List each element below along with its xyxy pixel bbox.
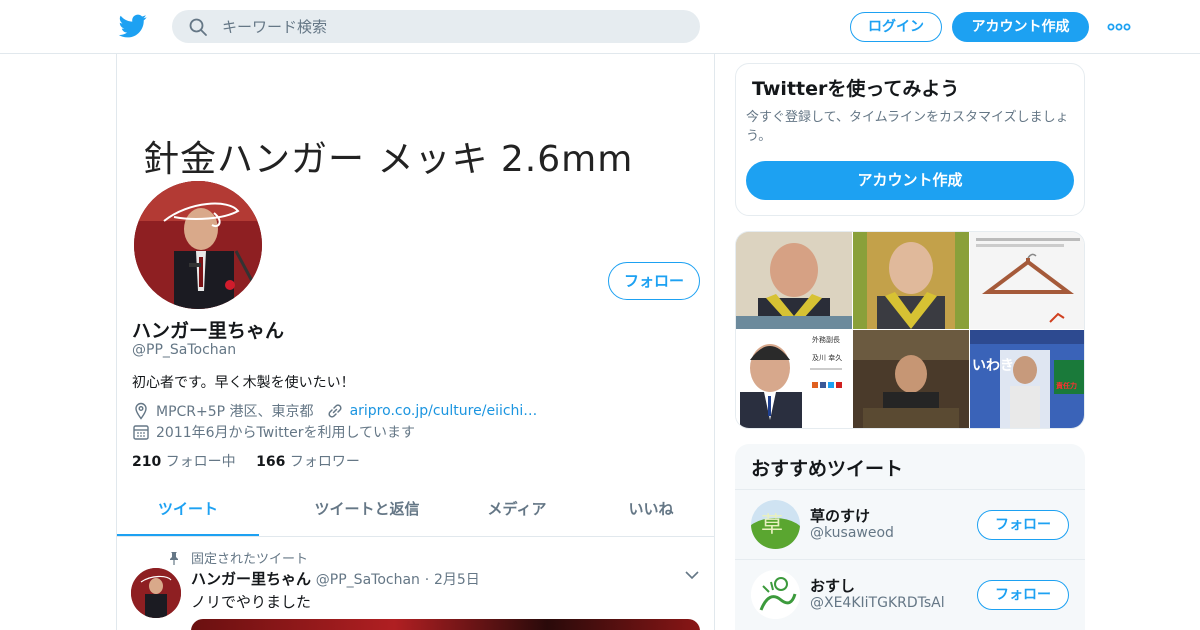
avatar-photo-icon [134,181,262,309]
avatar-photo-icon [131,568,181,618]
tweet-date[interactable]: 2月5日 [434,572,480,588]
tab-tweets-and-replies[interactable]: ツイートと返信 [277,488,457,536]
recommended-handle: @XE4KIiTGKRDTsAl [810,595,945,611]
tab-tweets[interactable]: ツイート [117,488,259,536]
media-thumbnail-grid: 外務副長 及川 幸久 いわき 責任力 [735,231,1085,429]
recommended-name: 草のすけ [810,507,871,525]
recommended-follow-button[interactable]: フォロー [977,510,1069,540]
top-navigation-bar: ログイン アカウント作成 [0,0,1200,54]
login-button[interactable]: ログイン [850,12,942,42]
media-cell-title: 外務副長 [812,335,840,344]
more-dots-icon[interactable] [1107,20,1131,34]
profile-handle: @PP_SaTochan [132,342,237,358]
media-cell-side-text: 責任力 [1056,381,1077,390]
signup-card-button[interactable]: アカウント作成 [746,161,1074,200]
tweet-header: ハンガー里ちゃん @PP_SaTochan · 2月5日 [191,568,480,589]
profile-website-link[interactable]: aripro.co.jp/culture/eiichi… [350,403,538,419]
recommended-title: おすすめツイート [751,458,904,480]
recommended-handle: @kusaweod [810,525,894,541]
profile-avatar[interactable] [131,178,265,312]
pinned-tweet-label: 固定されたツイート [191,552,309,567]
followers-stat[interactable]: 166 フォロワー [256,454,360,470]
chevron-down-icon[interactable] [684,568,700,582]
recommended-account-row[interactable]: 草 草のすけ @kusaweod フォロー [735,489,1085,559]
media-cell-big-text: いわき [972,358,1014,374]
profile-name: ハンガー里ちゃん [132,320,285,342]
tweet-author-name[interactable]: ハンガー里ちゃん [191,570,311,588]
pinned-label-row: 固定されたツイート [167,548,308,567]
media-thumbnail[interactable] [853,330,969,428]
recommended-account-row[interactable]: おすし @XE4KIiTGKRDTsAl フォロー [735,559,1085,629]
profile-location: MPCR+5P 港区、東京都 [156,404,314,420]
search-box[interactable] [172,10,700,43]
profile-joined-date: 2011年6月からTwitterを利用しています [156,425,416,441]
tweet-separator: · [424,572,430,588]
pin-icon [170,551,178,565]
following-stat[interactable]: 210 フォロー中 [132,454,236,470]
tweet-author-handle[interactable]: @PP_SaTochan [316,572,420,588]
profile-bio: 初心者です。早く木製を使いたい！ [132,375,355,391]
recommended-follow-button[interactable]: フォロー [977,580,1069,610]
calendar-icon [133,425,149,440]
search-icon [189,18,207,36]
recommended-accounts-card: おすすめツイート 草 草のすけ @kusaweod フォロー おすし @XE4K… [735,444,1085,630]
profile-tabs: ツイート ツイートと返信 メディア いいね [117,488,714,537]
recommended-avatar-glyph: 草 [761,513,783,538]
profile-stats: 210 フォロー中 166 フォロワー [132,451,360,471]
recommended-name: おすし [810,577,856,595]
tweet-text: ノリでやりました [191,593,312,611]
media-thumbnail[interactable] [736,232,852,329]
search-input[interactable] [222,14,682,39]
media-thumbnail[interactable]: 外務副長 及川 幸久 [736,330,852,428]
banner-text: 針金ハンガー メッキ 2.6mm [143,139,634,180]
twitter-bird-icon[interactable] [118,12,148,40]
media-thumbnail[interactable] [853,232,969,329]
signup-card-description: 今すぐ登録して、タイムラインをカスタマイズしましょう。 [746,110,1069,144]
profile-joined-row: 2011年6月からTwitterを利用しています [132,422,415,442]
location-pin-icon [135,402,147,420]
profile-location-row: MPCR+5P 港区、東京都 aripro.co.jp/culture/eiic… [132,401,537,421]
media-thumbnail[interactable]: いわき 責任力 [970,330,1084,428]
signup-card-title: Twitterを使ってみよう [752,78,960,100]
media-cell-subtitle: 及川 幸久 [812,353,842,362]
media-thumbnail[interactable] [970,232,1084,329]
signup-button[interactable]: アカウント作成 [952,12,1089,42]
recommended-avatar[interactable]: 草 [751,500,800,549]
profile-column: 針金ハンガー メッキ 2.6mm フォロー ハンガー里ちゃん @PP_SaToc… [116,54,715,630]
tab-likes[interactable]: いいね [601,488,701,536]
tab-media[interactable]: メディア [467,488,567,536]
recommended-avatar[interactable] [751,570,800,619]
link-icon [328,404,342,418]
signup-card: Twitterを使ってみよう 今すぐ登録して、タイムラインをカスタマイズしましょ… [735,63,1085,216]
tweet-avatar[interactable] [131,568,181,618]
follow-button[interactable]: フォロー [608,262,700,300]
tweet-media-image[interactable] [191,619,700,630]
